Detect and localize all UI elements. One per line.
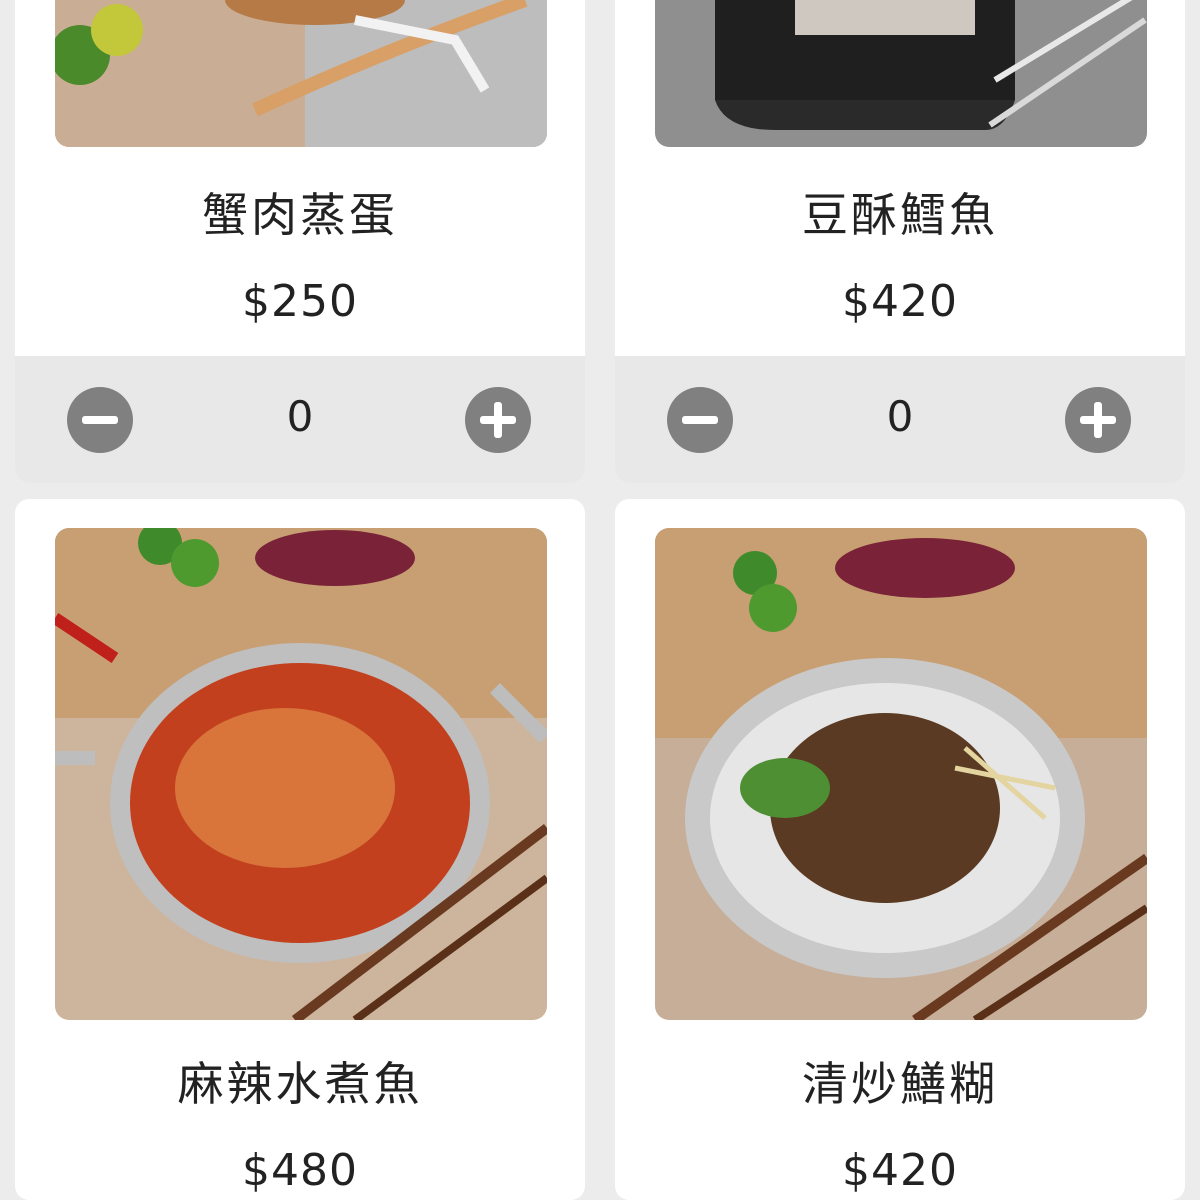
dish-name: 麻辣水煮魚: [177, 1057, 423, 1111]
dish-photo: [55, 0, 547, 147]
dish-name: 蟹肉蒸蛋: [202, 188, 398, 242]
dish-price: $420: [842, 276, 958, 327]
quantity-stepper: 0: [615, 356, 1185, 483]
menu-card: 蟹肉蒸蛋 $250 0: [15, 0, 585, 483]
menu-card: 清炒鱔糊 $420: [615, 499, 1185, 1200]
plus-circle-icon[interactable]: [1065, 387, 1131, 453]
menu-card: 麻辣水煮魚 $480: [15, 499, 585, 1200]
dish-photo: [655, 528, 1147, 1020]
dish-photo: [55, 528, 547, 1020]
quantity-stepper: 0: [15, 356, 585, 483]
dish-name: 清炒鱔糊: [802, 1057, 998, 1111]
dish-name: 豆酥鱈魚: [802, 188, 998, 242]
menu-grid: 蟹肉蒸蛋 $250 0 豆酥鱈魚 $420 0 麻辣水煮魚 $480 清炒鱔糊 …: [0, 0, 1200, 1200]
dish-price: $480: [242, 1145, 358, 1196]
dish-photo: [655, 0, 1147, 147]
dish-price: $250: [242, 276, 358, 327]
plus-circle-icon[interactable]: [465, 387, 531, 453]
menu-card: 豆酥鱈魚 $420 0: [615, 0, 1185, 483]
dish-price: $420: [842, 1145, 958, 1196]
